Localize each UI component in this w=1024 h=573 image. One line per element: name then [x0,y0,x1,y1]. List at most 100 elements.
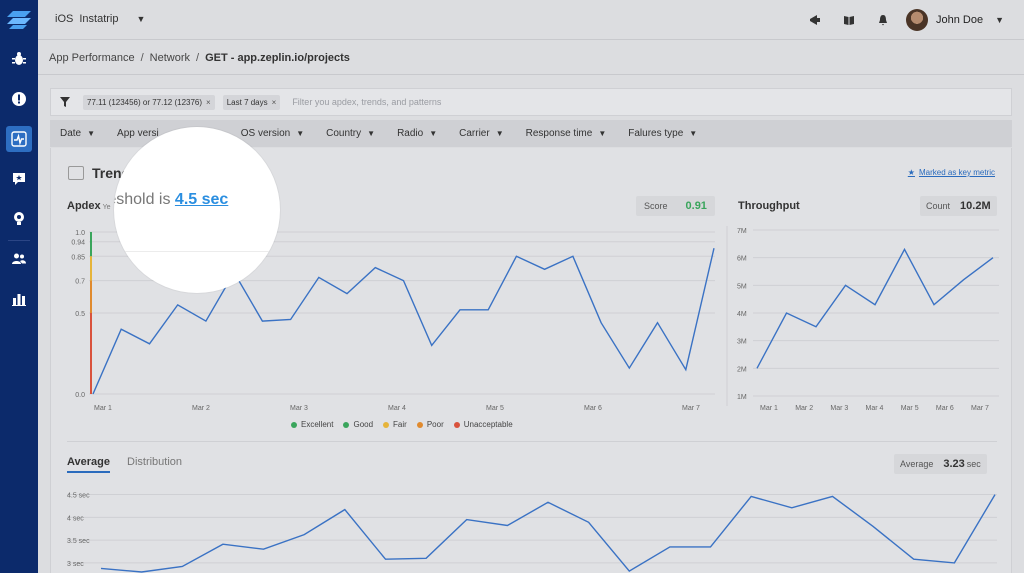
dropdown-app-version[interactable]: App versi [117,128,159,139]
legend-item: Excellent [291,420,333,429]
breadcrumb-item[interactable]: App Performance [49,52,135,64]
sidebar-item-insights[interactable] [6,206,32,232]
app-selector[interactable]: iOS Instatrip ▼ [55,13,145,25]
legend-dot [453,421,460,428]
x-tick-label: Mar 6 [584,405,602,412]
close-icon[interactable]: × [272,98,277,107]
breadcrumb: App Performance / Network / GET - app.ze… [38,41,1024,75]
y-tick-label: 0.94 [71,240,85,247]
y-tick-label: 4M [737,311,747,318]
filter-icon[interactable] [59,96,71,108]
average-box: Average 3.23 sec [894,454,987,474]
app-platform: iOS [55,13,74,25]
x-tick-label: Mar 2 [192,405,210,412]
x-tick-label: Mar 7 [971,405,989,412]
sidebar-item-users[interactable] [6,246,32,272]
chevron-down-icon: ▼ [429,129,438,138]
bell-icon[interactable] [866,14,900,26]
y-tick-label: 0.7 [75,279,85,286]
y-tick-label: 3M [737,339,747,346]
section-divider [67,441,997,442]
average-unit: sec [966,459,981,469]
user-name: John Doe [935,14,984,26]
average-label: Average [900,459,934,469]
user-menu[interactable]: John Doe ▼ [905,9,1004,31]
dropdown-radio[interactable]: Radio ▼ [397,128,437,139]
x-tick-label: Mar 4 [866,405,884,412]
sidebar-item-crashes[interactable] [6,86,32,112]
filter-chip-date[interactable]: Last 7 days × [222,94,281,110]
chevron-down-icon: ▼ [995,15,1004,25]
sidebar-item-bugs[interactable] [6,46,32,72]
y-tick-label: 1.0 [75,230,85,237]
sidebar-divider [8,240,30,241]
filter-bar: 77.11 (123456) or 77.12 (12376) × Last 7… [50,88,1012,116]
dropdown-os-version[interactable]: OS version ▼ [241,128,304,139]
legend-label: Poor [426,420,444,429]
filter-input[interactable]: Filter you apdex, trends, and patterns [292,97,441,107]
legend-item: Poor [416,420,444,429]
book-icon[interactable] [832,14,866,26]
y-tick-label: 4.5 sec [67,493,90,500]
tab-average[interactable]: Average [67,456,111,473]
threshold-value[interactable]: 4.5 sec [175,191,228,208]
sidebar-item-analytics[interactable] [6,286,32,312]
x-tick-label: Mar 1 [760,405,778,412]
chevron-down-icon: ▼ [136,14,146,24]
sidebar [0,40,38,573]
legend-dot [291,421,297,428]
chevron-down-icon: ▼ [598,129,607,138]
top-icons: John Doe ▼ [798,0,1024,40]
legend-label: Unacceptable [463,420,513,429]
score-label: Score [644,201,668,211]
legend-label: Excellent [301,420,334,429]
key-metric-label: Marked as key metric [918,168,995,177]
legend-dot [383,421,390,428]
series-line [756,247,994,369]
dropdown-date[interactable]: Date ▼ [60,128,95,139]
app-logo[interactable] [0,0,38,40]
bar-chart-icon [12,294,26,306]
x-tick-label: Mar 5 [486,405,504,412]
logo-icon [7,11,31,29]
dropdown-label: Radio [397,128,424,139]
magnifier-gridline [114,251,280,252]
legend-dot [343,421,350,428]
breadcrumb-item[interactable]: Network [150,52,190,64]
apdex-title: Apdex Ye [67,200,111,212]
sidebar-item-performance[interactable] [6,126,32,152]
megaphone-icon[interactable] [798,14,832,26]
dropdown-label: Carrier [459,128,490,139]
magnifier-overlay: reshold is 4.5 sec [114,127,280,293]
x-tick-label: Mar 2 [795,405,813,412]
key-metric-link[interactable]: ★ Marked as key metric [908,168,995,177]
y-tick-label: 1M [737,394,747,401]
dropdown-label: Falures type [628,128,684,139]
chip-label: Last 7 days [226,97,268,107]
dropdown-failures-type[interactable]: Falures type ▼ [628,128,697,139]
legend-label: Fair [393,420,407,429]
legend-item: Unacceptable [453,420,513,429]
chevron-down-icon: ▼ [367,129,376,138]
y-tick-label: 5M [737,283,747,290]
legend-label: Good [353,420,374,429]
sidebar-item-feedback[interactable] [6,166,32,192]
x-tick-label: Mar 3 [290,405,308,412]
y-tick-label: 0.0 [75,392,85,399]
filter-chip-version[interactable]: 77.11 (123456) or 77.12 (12376) × [83,94,215,110]
x-tick-label: Mar 4 [388,405,406,412]
dropdown-country[interactable]: Country ▼ [326,128,375,139]
close-icon[interactable]: × [206,98,211,107]
average-chart: 4.5 sec 4 sec 3.5 sec 3 sec [67,493,997,573]
dropdown-response-time[interactable]: Response time ▼ [526,128,607,139]
magnifier-text: reshold is 4.5 sec [114,191,228,209]
dropdown-carrier[interactable]: Carrier ▼ [459,128,503,139]
count-value: 10.2M [960,200,991,212]
average-value: 3.23 sec [943,458,980,470]
chat-icon [13,173,25,185]
y-tick-label: 4 sec [67,515,84,522]
y-tick-label: 3 sec [67,561,84,568]
x-tick-label: Mar 6 [936,405,954,412]
tab-distribution[interactable]: Distribution [127,456,182,468]
average-number: 3.23 [943,458,965,470]
